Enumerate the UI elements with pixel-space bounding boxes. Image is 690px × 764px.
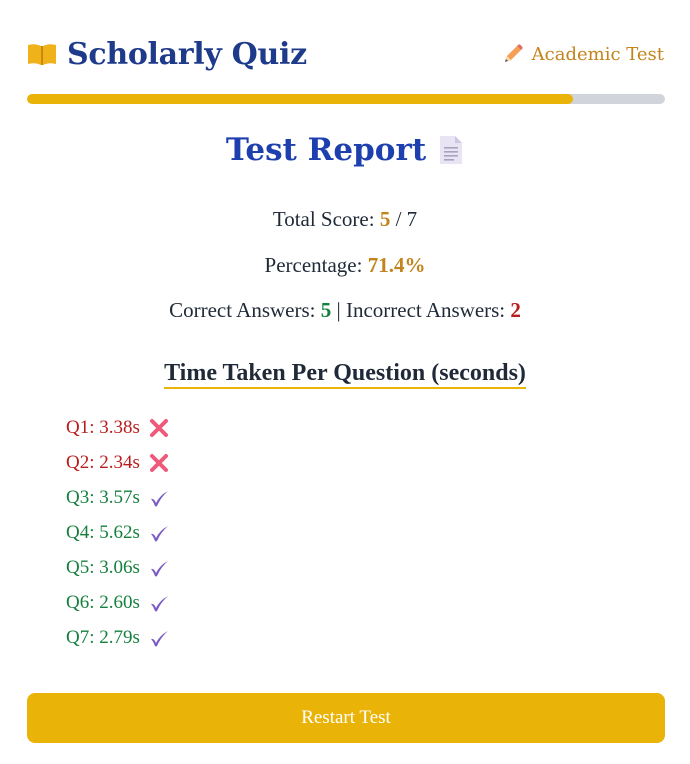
time-row-label: Q1: 3.38s xyxy=(66,416,140,438)
progress-bar xyxy=(27,94,665,104)
time-row-label: Q5: 3.06s xyxy=(66,556,140,578)
cross-icon xyxy=(148,417,170,439)
total-score-line: Total Score: 5 / 7 xyxy=(0,207,690,232)
answers-divider: | xyxy=(336,298,341,322)
incorrect-answers-value: 2 xyxy=(510,298,521,322)
academic-test-tag: Academic Test xyxy=(502,43,664,65)
correct-answers-value: 5 xyxy=(320,298,332,322)
time-row: Q5: 3.06s xyxy=(66,550,170,585)
time-row-label: Q3: 3.57s xyxy=(66,486,140,508)
time-row-label: Q4: 5.62s xyxy=(66,521,140,543)
time-row-label: Q6: 2.60s xyxy=(66,591,140,613)
brand: Scholarly Quiz xyxy=(27,37,307,72)
incorrect-answers-label: Incorrect Answers: xyxy=(345,298,506,322)
check-icon xyxy=(148,522,170,544)
quiz-report-page: Scholarly Quiz Academic Test Test Report xyxy=(0,0,690,764)
report-heading: Test Report xyxy=(0,132,690,168)
report-title: Test Report xyxy=(225,132,427,168)
time-row: Q1: 3.38s xyxy=(66,410,170,445)
check-icon xyxy=(148,487,170,509)
academic-test-label: Academic Test xyxy=(531,43,664,65)
time-list: Q1: 3.38s Q2: 2.34s Q3: 3.57s Q4: 5.62s Q5: … xyxy=(66,410,170,655)
time-row: Q3: 3.57s xyxy=(66,480,170,515)
time-row: Q4: 5.62s xyxy=(66,515,170,550)
correct-answers-label: Correct Answers: xyxy=(169,298,316,322)
app-title: Scholarly Quiz xyxy=(67,36,307,72)
check-icon xyxy=(148,557,170,579)
total-score-label: Total Score: xyxy=(272,207,375,231)
check-icon xyxy=(148,627,170,649)
restart-test-button[interactable]: Restart Test xyxy=(27,693,665,743)
time-row: Q6: 2.60s xyxy=(66,585,170,620)
time-row-label: Q7: 2.79s xyxy=(66,626,140,648)
progress-bar-fill xyxy=(27,94,574,104)
pencil-icon xyxy=(502,43,524,65)
percentage-label: Percentage: xyxy=(264,253,363,277)
check-icon xyxy=(148,592,170,614)
open-book-icon xyxy=(27,42,57,66)
time-row: Q2: 2.34s xyxy=(66,445,170,480)
time-row: Q7: 2.79s xyxy=(66,620,170,655)
percentage-value: 71.4% xyxy=(367,253,426,277)
time-section-heading: Time Taken Per Question (seconds) xyxy=(0,360,690,389)
time-row-label: Q2: 2.34s xyxy=(66,451,140,473)
document-icon xyxy=(438,135,464,165)
time-section-title: Time Taken Per Question (seconds) xyxy=(164,360,526,389)
percentage-line: Percentage: 71.4% xyxy=(0,253,690,278)
total-score-value: 5 xyxy=(379,207,391,231)
answers-line: Correct Answers: 5 | Incorrect Answers: … xyxy=(0,298,690,323)
cross-icon xyxy=(148,452,170,474)
total-score-max: / 7 xyxy=(395,207,418,231)
header: Scholarly Quiz Academic Test xyxy=(27,34,664,74)
